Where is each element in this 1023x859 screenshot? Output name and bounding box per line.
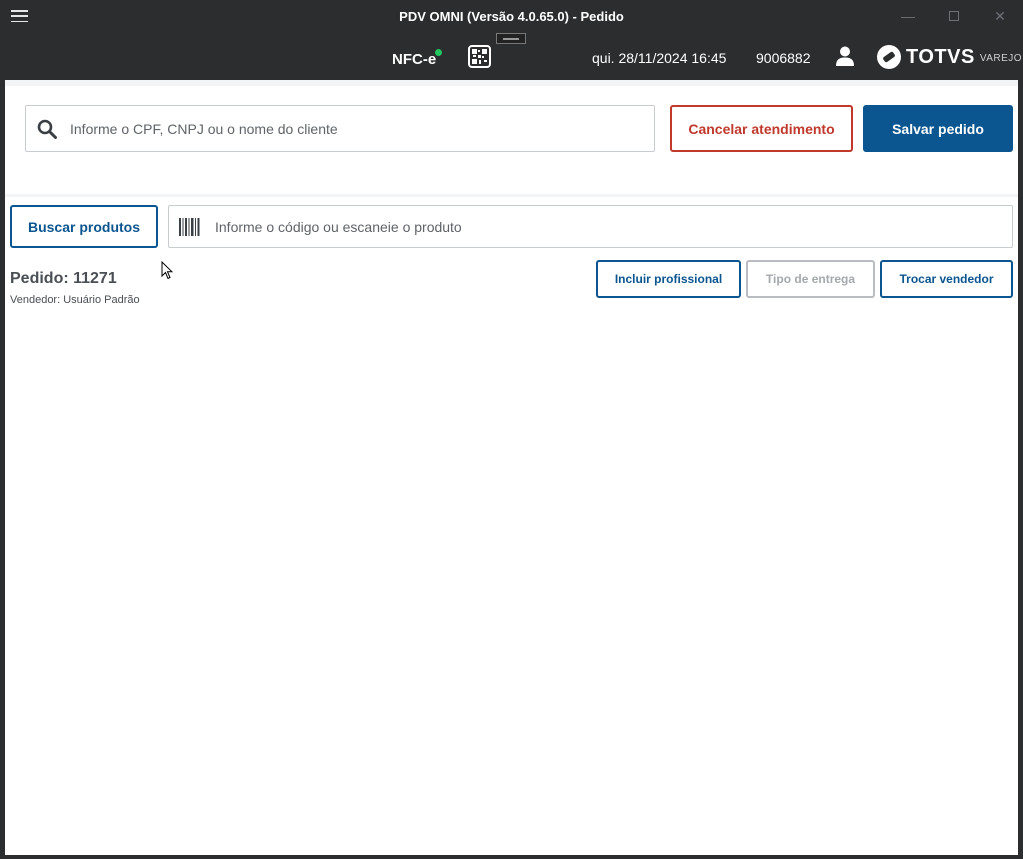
maximize-button[interactable] [943,6,965,28]
close-button[interactable]: ✕ [989,6,1011,28]
product-code-input[interactable] [215,206,995,247]
brand-name: TOTVS [906,45,975,68]
brand-subtitle: VAREJO [979,53,1023,64]
order-title: Pedido: 11271 [10,270,117,287]
totvs-logo-icon: TOTVS VAREJO [877,44,1022,70]
nfce-status-dot [435,49,442,56]
qr-code-icon[interactable] [468,45,491,68]
barcode-icon [179,218,200,236]
search-icon [37,119,57,139]
client-card: Cancelar atendimento Salvar pedido [5,86,1018,194]
datetime: qui. 28/11/2024 16:45 [592,50,727,66]
client-search-input[interactable] [70,106,640,151]
cancel-service-button[interactable]: Cancelar atendimento [670,105,853,152]
search-products-button[interactable]: Buscar produtos [10,205,158,248]
client-search-box[interactable] [25,105,655,152]
order-content: Buscar produtos Pedido: 11271 Vendedor: … [5,197,1018,855]
change-seller-button[interactable]: Trocar vendedor [880,260,1013,298]
header-bar: NFC-e qui. 28/11/2024 16:45 9006882 TOTV… [0,33,1023,80]
mouse-cursor-icon [161,261,173,280]
title-bar: PDV OMNI (Versão 4.0.65.0) - Pedido — ✕ [0,0,1023,33]
minimize-button[interactable]: — [897,6,919,28]
seller-label: Vendedor: Usuário Padrão [10,294,140,306]
add-professional-button[interactable]: Incluir profissional [596,260,741,298]
keyboard-tray-icon[interactable] [496,33,526,44]
terminal-id: 9006882 [756,50,811,66]
product-code-box[interactable] [168,205,1013,248]
main-panel: Cancelar atendimento Salvar pedido Busca… [5,80,1018,855]
delivery-type-button[interactable]: Tipo de entrega [746,260,875,298]
user-icon[interactable] [836,46,854,66]
nfce-label: NFC-e [392,51,437,68]
window-title: PDV OMNI (Versão 4.0.65.0) - Pedido [399,9,624,24]
save-order-button[interactable]: Salvar pedido [863,105,1013,152]
